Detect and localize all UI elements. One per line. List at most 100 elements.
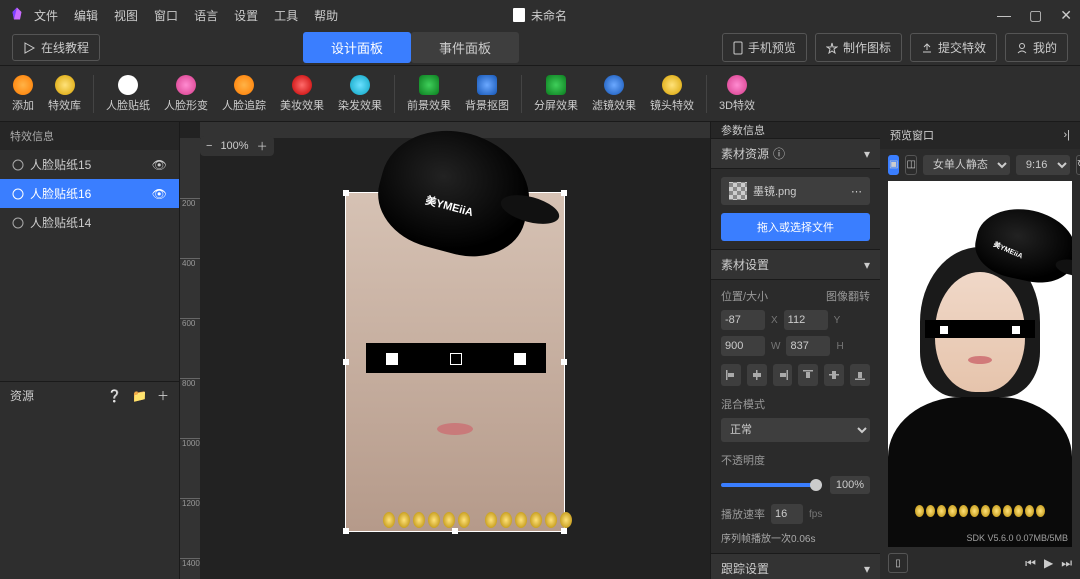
zoom-out-button[interactable]: − xyxy=(206,140,212,152)
left-panel: 特效信息 人脸贴纸15 👁 人脸贴纸16 👁 人脸贴纸14 资源 ❔ 📁 ＋ xyxy=(0,122,180,579)
align-right-button[interactable] xyxy=(773,364,793,386)
blend-select[interactable]: 正常 xyxy=(721,418,870,442)
material-file-item[interactable]: 墨镜.png ⋯ xyxy=(721,177,870,205)
upload-icon xyxy=(921,42,933,54)
zoom-in-button[interactable]: ＋ xyxy=(257,138,268,154)
resource-label: 资源 xyxy=(10,387,34,404)
material-resource-section[interactable]: 素材资源ⓘ▾ xyxy=(711,138,880,168)
dual-view-button[interactable]: ◫ xyxy=(905,155,916,175)
next-button[interactable]: ⏭ xyxy=(1061,556,1072,571)
canvas-area[interactable]: 200 400 600 800 1000 1200 1400 − 100% ＋ xyxy=(180,122,710,579)
submit-button[interactable]: 提交特效 xyxy=(910,33,997,62)
w-input[interactable] xyxy=(721,336,765,356)
tool-face-track[interactable]: 人脸追踪 xyxy=(222,75,266,113)
more-icon[interactable]: ⋯ xyxy=(851,185,862,198)
preview-sunglasses xyxy=(925,320,1035,338)
tool-foreground[interactable]: 前景效果 xyxy=(407,75,451,113)
folder-icon[interactable]: 📁 xyxy=(132,389,147,403)
cutout-icon xyxy=(477,75,497,95)
tool-cutout[interactable]: 背景抠图 xyxy=(465,75,509,113)
menu-file[interactable]: 文件 xyxy=(34,7,58,24)
visibility-toggle[interactable]: 👁 xyxy=(152,158,167,172)
tool-lib[interactable]: 特效库 xyxy=(48,75,81,113)
preview-mode-select[interactable]: 女单人静态 xyxy=(923,155,1010,175)
menu-language[interactable]: 语言 xyxy=(194,7,218,24)
tool-lens[interactable]: 镜头特效 xyxy=(650,75,694,113)
resize-handle[interactable] xyxy=(561,190,567,196)
toolbar: 添加 特效库 人脸贴纸 人脸形变 人脸追踪 美妆效果 染发效果 前景效果 背景抠… xyxy=(0,66,1080,122)
tool-hair[interactable]: 染发效果 xyxy=(338,75,382,113)
tool-makeup[interactable]: 美妆效果 xyxy=(280,75,324,113)
play-button[interactable]: ▶ xyxy=(1044,556,1053,570)
sticker-icon xyxy=(118,75,138,95)
zoom-control[interactable]: − 100% ＋ xyxy=(200,136,274,156)
props-header: 参数信息 xyxy=(711,122,880,138)
upload-button[interactable]: 拖入或选择文件 xyxy=(721,213,870,241)
help-icon[interactable]: ❔ xyxy=(107,389,122,403)
tab-event[interactable]: 事件面板 xyxy=(411,32,519,63)
resize-handle[interactable] xyxy=(452,528,458,534)
refresh-button[interactable]: ↻ xyxy=(1076,155,1080,175)
menu-view[interactable]: 视图 xyxy=(114,7,138,24)
preview-lips xyxy=(968,356,992,364)
close-button[interactable]: ✕ xyxy=(1060,7,1072,24)
track-icon xyxy=(234,75,254,95)
tool-filter[interactable]: 滤镜效果 xyxy=(592,75,636,113)
resize-handle[interactable] xyxy=(343,528,349,534)
tool-3d[interactable]: 3D特效 xyxy=(719,75,755,113)
fps-input[interactable] xyxy=(771,504,803,524)
material-settings-section[interactable]: 素材设置▾ xyxy=(711,249,880,279)
resize-handle[interactable] xyxy=(561,528,567,534)
menu-tools[interactable]: 工具 xyxy=(274,7,298,24)
slider-thumb[interactable] xyxy=(810,479,822,491)
prev-button[interactable]: ⏮ xyxy=(1025,556,1036,571)
expand-icon[interactable]: ›| xyxy=(1063,129,1070,141)
chain-sticker-left[interactable] xyxy=(383,512,470,528)
menu-help[interactable]: 帮助 xyxy=(314,7,338,24)
ruler-vertical: 200 400 600 800 1000 1200 1400 xyxy=(180,138,200,579)
menu-window[interactable]: 窗口 xyxy=(154,7,178,24)
mine-button[interactable]: 我的 xyxy=(1005,33,1068,62)
canvas-stage[interactable]: 美YMEiiA xyxy=(275,162,615,579)
layer-item[interactable]: 人脸贴纸15 👁 xyxy=(0,150,179,179)
align-left-button[interactable] xyxy=(721,364,741,386)
add-resource-button[interactable]: ＋ xyxy=(157,387,169,404)
chain-sticker-right[interactable] xyxy=(485,512,572,528)
track-settings-section[interactable]: 跟踪设置▾ xyxy=(711,553,880,579)
panel-tabs: 设计面板 事件面板 xyxy=(303,32,519,63)
tool-split[interactable]: 分屏效果 xyxy=(534,75,578,113)
phone-preview-button[interactable]: 手机预览 xyxy=(722,33,807,62)
tool-face-sticker[interactable]: 人脸贴纸 xyxy=(106,75,150,113)
opacity-slider[interactable] xyxy=(721,483,822,487)
x-input[interactable] xyxy=(721,310,765,330)
device-button[interactable]: ▯ xyxy=(888,553,908,573)
hat-sticker[interactable]: 美YMEiiA xyxy=(380,132,530,252)
resize-handle[interactable] xyxy=(343,359,349,365)
resize-handle[interactable] xyxy=(343,190,349,196)
tool-add[interactable]: 添加 xyxy=(12,75,34,113)
menu-edit[interactable]: 编辑 xyxy=(74,7,98,24)
layer-item[interactable]: 人脸贴纸16 👁 xyxy=(0,179,179,208)
maximize-button[interactable]: ▢ xyxy=(1029,7,1042,24)
h-input[interactable] xyxy=(786,336,830,356)
tab-design[interactable]: 设计面板 xyxy=(303,32,411,63)
main-body: 特效信息 人脸贴纸15 👁 人脸贴纸16 👁 人脸贴纸14 资源 ❔ 📁 ＋ xyxy=(0,122,1080,579)
align-center-h-button[interactable] xyxy=(747,364,767,386)
layer-label: 人脸贴纸14 xyxy=(30,214,91,231)
single-view-button[interactable]: ▣ xyxy=(888,155,899,175)
make-icon-button[interactable]: 制作图标 xyxy=(815,33,902,62)
tutorial-button[interactable]: 在线教程 xyxy=(12,34,100,61)
align-bottom-button[interactable] xyxy=(850,364,870,386)
resize-handle[interactable] xyxy=(561,359,567,365)
align-top-button[interactable] xyxy=(798,364,818,386)
layer-item[interactable]: 人脸贴纸14 xyxy=(0,208,179,237)
flip-label: 图像翻转 xyxy=(826,288,870,304)
y-input[interactable] xyxy=(784,310,828,330)
align-center-v-button[interactable] xyxy=(824,364,844,386)
minimize-button[interactable]: — xyxy=(997,7,1011,24)
menu-settings[interactable]: 设置 xyxy=(234,7,258,24)
tool-face-morph[interactable]: 人脸形变 xyxy=(164,75,208,113)
library-icon xyxy=(55,75,75,95)
aspect-select[interactable]: 9:16 xyxy=(1016,155,1070,175)
visibility-toggle[interactable]: 👁 xyxy=(152,187,167,201)
